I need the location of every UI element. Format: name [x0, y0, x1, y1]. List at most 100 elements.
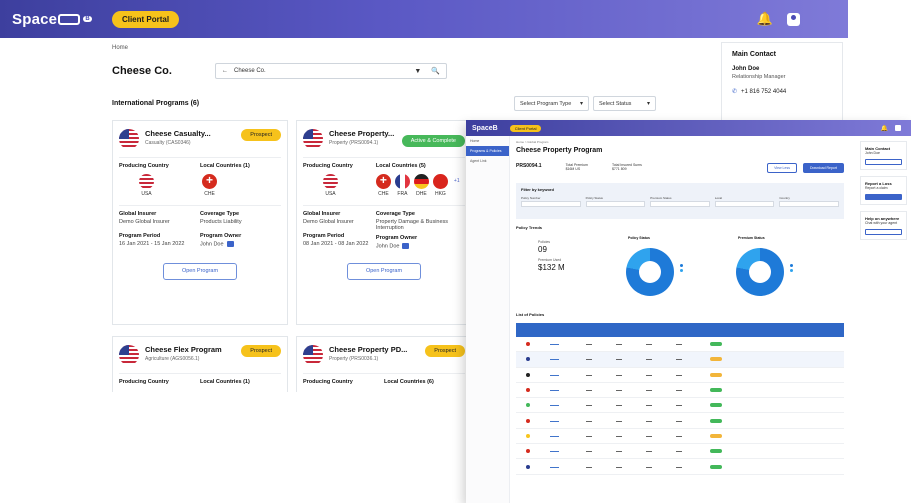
table-row[interactable]: ▬▬▬ ▬▬ ▬▬ ▬▬ ▬▬: [516, 398, 844, 414]
policy-status-title: Policy Status: [628, 236, 650, 240]
coverage-type-value: Property Damage & Business Interruption: [375, 219, 449, 231]
download-report-button[interactable]: Download Report: [802, 163, 844, 173]
search-icon[interactable]: 🔍: [431, 67, 440, 75]
policy-link[interactable]: ▬▬▬: [550, 434, 586, 438]
premium-label: Premium Used: [538, 258, 562, 262]
table-row[interactable]: ▬▬▬ ▬▬ ▬▬ ▬▬ ▬▬: [516, 383, 844, 399]
panel-text: John Doe: [865, 151, 880, 155]
local-countries-label: Local Countries (6): [384, 379, 434, 385]
message-icon[interactable]: [402, 243, 410, 249]
policies-table: ▬▬▬ ▬▬ ▬▬ ▬▬ ▬▬ ▬▬▬ ▬▬ ▬▬ ▬▬ ▬▬ ▬▬▬ ▬▬ ▬▬ ▬▬ ▬▬ ▬▬▬ ▬…: [516, 323, 844, 475]
contact-button[interactable]: [865, 159, 902, 165]
bell-icon[interactable]: 🔔: [881, 125, 888, 132]
status-select[interactable]: Select Status ▾: [593, 96, 656, 111]
open-program-button[interactable]: Open Program: [347, 263, 421, 281]
report-loss-button[interactable]: [865, 194, 902, 200]
program-subtitle: Property (PRS0036.1): [329, 356, 379, 362]
country-code: DHE: [416, 191, 427, 197]
policy-link[interactable]: ▬▬▬: [550, 419, 586, 423]
table-row[interactable]: ▬▬▬ ▬▬ ▬▬ ▬▬ ▬▬: [516, 429, 844, 445]
breadcrumb[interactable]: Home: [112, 45, 128, 51]
phone-icon: ✆: [732, 89, 738, 95]
policy-link[interactable]: ▬▬▬: [550, 388, 586, 392]
table-row[interactable]: ▬▬▬ ▬▬ ▬▬ ▬▬ ▬▬: [516, 352, 844, 368]
policy-link[interactable]: ▬▬▬: [550, 449, 586, 453]
filter-field-label: Country: [779, 196, 790, 200]
policy-link[interactable]: ▬▬▬: [550, 403, 586, 407]
open-program-button[interactable]: Open Program: [163, 263, 237, 281]
program-card[interactable]: Cheese Property... Property (PRS0094.1) …: [296, 120, 472, 325]
policy-link[interactable]: ▬▬▬: [550, 357, 586, 361]
premium-status-donut: [736, 248, 784, 296]
breadcrumb[interactable]: Home > Global Program: [516, 140, 844, 144]
spaceb-logo[interactable]: SpaceB: [472, 125, 498, 132]
sidebar-item-agent-link[interactable]: Agent Link: [466, 156, 509, 166]
table-row[interactable]: ▬▬▬ ▬▬ ▬▬ ▬▬ ▬▬: [516, 413, 844, 429]
usa-flag-icon: [119, 345, 139, 365]
producing-country-label: Producing Country: [119, 379, 169, 385]
user-avatar-icon[interactable]: [895, 125, 901, 131]
program-name: Cheese Flex Program: [145, 345, 222, 354]
program-summary: PRS0094.1 Total Premium $16M US Total Ins…: [516, 163, 844, 173]
policy-link[interactable]: ▬▬▬: [550, 465, 586, 469]
front-top-bar: SpaceB Client Portal 🔔: [466, 120, 911, 136]
local-countries-label: Local Countries (1): [200, 379, 250, 385]
program-type-select[interactable]: Select Program Type ▾: [514, 96, 589, 111]
program-subtitle: Agriculture (AGS0056.1): [145, 356, 200, 362]
program-name: Cheese Property...: [329, 129, 395, 138]
table-row[interactable]: ▬▬▬ ▬▬ ▬▬ ▬▬ ▬▬: [516, 368, 844, 383]
contact-phone-number: +1 816 752 4044: [741, 89, 787, 95]
program-card[interactable]: Cheese Flex Program Agriculture (AGS0056…: [112, 336, 288, 392]
filter-field-label: Policy Status: [585, 196, 603, 200]
sidebar-item-programs[interactable]: Programs & Policies: [466, 146, 509, 156]
section-title: International Programs (6): [112, 100, 200, 107]
table-row[interactable]: ▬▬▬ ▬▬ ▬▬ ▬▬ ▬▬: [516, 337, 844, 353]
producing-country-label: Producing Country: [119, 163, 169, 169]
view-less-button[interactable]: View Less: [767, 163, 797, 173]
contact-phone[interactable]: ✆ +1 816 752 4044: [732, 88, 832, 95]
chat-button[interactable]: [865, 229, 902, 235]
user-avatar-icon[interactable]: [787, 12, 800, 26]
coverage-type-label: Coverage Type: [375, 211, 415, 217]
global-insurer-value: Demo Global Insurer: [303, 219, 354, 225]
table-row[interactable]: ▬▬▬ ▬▬ ▬▬ ▬▬ ▬▬: [516, 444, 844, 460]
filter-field-label: Premium Status: [650, 196, 672, 200]
policy-link[interactable]: ▬▬▬: [550, 373, 586, 377]
table-row[interactable]: ▬▬▬ ▬▬ ▬▬ ▬▬ ▬▬: [516, 459, 844, 475]
usa-flag-icon: [139, 174, 154, 189]
bell-icon[interactable]: 🔔: [757, 11, 773, 27]
program-detail-front-screen: SpaceB Client Portal 🔔 Home Programs & P…: [466, 120, 911, 503]
policy-number-input[interactable]: [521, 201, 581, 207]
producing-country-label: Producing Country: [303, 163, 353, 169]
program-period-value: 16 Jan 2021 - 15 Jan 2022: [119, 241, 185, 247]
filter-panel: Filter by keyword Policy Number Policy S…: [516, 183, 844, 219]
chevron-down-icon[interactable]: ▼: [414, 68, 421, 75]
client-portal-button[interactable]: Client Portal: [509, 124, 542, 132]
country-code: CHE: [378, 191, 389, 197]
report-loss-panel: Report a Loss Report a claim: [860, 176, 907, 205]
sidebar-item-home[interactable]: Home: [466, 136, 509, 146]
more-countries-link[interactable]: +1: [454, 178, 460, 197]
back-arrow-icon[interactable]: ←: [222, 68, 228, 74]
policy-link[interactable]: ▬▬▬: [550, 342, 586, 346]
country-select[interactable]: [779, 201, 839, 207]
program-owner-label: Program Owner: [375, 235, 418, 241]
local-toggle[interactable]: [714, 201, 775, 207]
spaceb-logo[interactable]: SpaceBB: [12, 11, 92, 28]
program-name: Cheese Casualty...: [145, 129, 211, 138]
program-card[interactable]: Cheese Casualty... Casualty (CAS0346) Pr…: [112, 120, 288, 325]
client-search-input[interactable]: ← Cheese Co. ▼ 🔍: [215, 63, 447, 79]
global-insurer-label: Global Insurer: [303, 211, 341, 217]
program-period-label: Program Period: [119, 233, 161, 239]
message-icon[interactable]: [226, 241, 234, 247]
program-card[interactable]: Cheese Property PD... Property (PRS0036.…: [296, 336, 472, 392]
policy-status-donut: [626, 248, 674, 296]
premium-status-select[interactable]: [650, 201, 710, 207]
country-code: FRA: [397, 191, 408, 197]
policy-status-select[interactable]: [585, 201, 646, 207]
contact-role: Relationship Manager: [732, 74, 786, 80]
premium-status-title: Premium Status: [738, 236, 765, 240]
usa-flag-icon: [119, 129, 139, 149]
client-portal-button[interactable]: Client Portal: [111, 10, 180, 28]
status-badge: Prospect: [241, 345, 281, 357]
